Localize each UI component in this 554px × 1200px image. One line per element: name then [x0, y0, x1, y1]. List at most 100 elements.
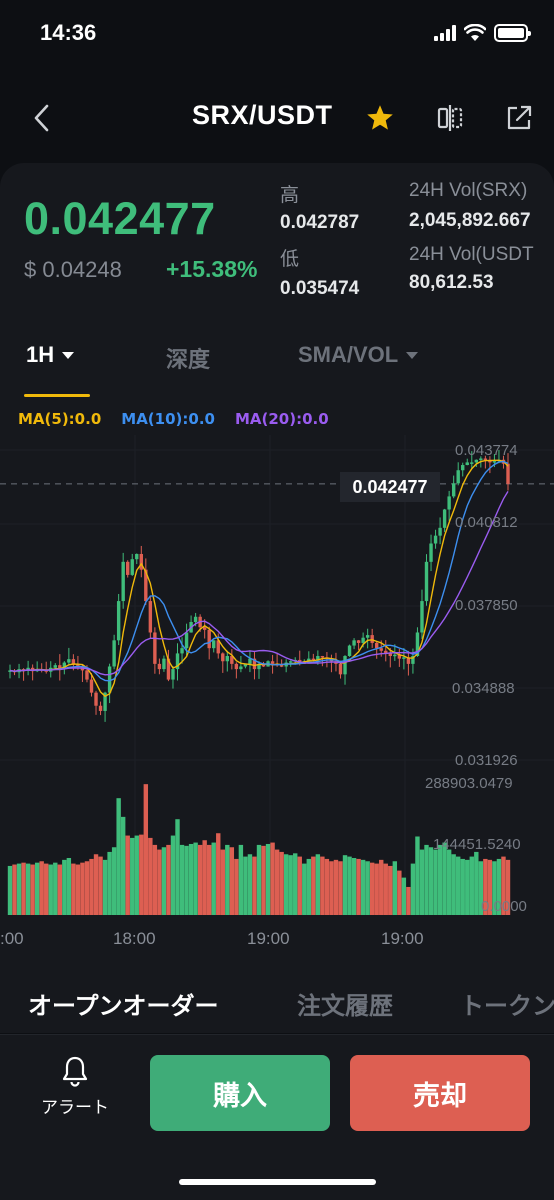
compare-icon — [437, 105, 463, 131]
pair-title[interactable]: SRX/USDT — [192, 100, 333, 131]
volume-bar — [193, 842, 198, 915]
volume-bar — [98, 856, 103, 915]
chevron-down-icon — [62, 351, 75, 359]
volume-bar — [220, 849, 225, 915]
candle — [288, 661, 293, 663]
volume-bar — [66, 857, 72, 915]
vol-quote-value: 80,612.53 — [409, 272, 494, 293]
volume-bar — [130, 837, 135, 915]
tab-tokens[interactable]: トークン — [460, 986, 554, 1021]
share-icon — [507, 105, 532, 130]
price-axis-label: 0.037850 — [455, 597, 518, 614]
candle — [492, 461, 497, 463]
status-icons — [434, 24, 531, 42]
candle — [225, 656, 230, 662]
candle — [193, 616, 198, 623]
volume-bar — [234, 858, 239, 915]
candle — [221, 653, 225, 662]
price-axis-label: 0.034888 — [452, 680, 515, 697]
candle — [442, 509, 447, 528]
candle — [420, 601, 424, 633]
candle — [461, 465, 465, 471]
volume-bar — [12, 864, 17, 915]
volume-bar — [265, 843, 271, 915]
candle — [148, 601, 153, 633]
volume-bar — [465, 859, 470, 915]
tab-order-history[interactable]: 注文履歴 — [297, 986, 393, 1021]
home-indicator — [179, 1179, 376, 1185]
status-time: 14:36 — [40, 20, 97, 45]
alert-button[interactable]: アラート — [30, 1055, 120, 1131]
volume-bar — [48, 864, 53, 915]
volume-bar — [446, 849, 452, 915]
buy-button[interactable]: 購入 — [150, 1055, 330, 1131]
volume-bar — [347, 856, 352, 915]
volume-bar — [134, 835, 139, 915]
chevron-down-icon — [406, 351, 419, 359]
high-value: 0.042787 — [280, 212, 360, 233]
candle — [207, 629, 211, 649]
favorite-star-icon[interactable] — [365, 104, 395, 132]
candle — [429, 543, 433, 562]
candle — [157, 663, 162, 670]
candle — [347, 645, 352, 657]
vol-quote-label: 24H Vol(USDT — [409, 244, 534, 265]
volume-bar — [415, 836, 420, 915]
volume-bar — [274, 849, 280, 915]
tab-depth-label: 深度 — [166, 347, 211, 372]
candle — [116, 601, 121, 641]
volume-bar — [369, 862, 375, 915]
price-axis-label: 0.031926 — [455, 752, 518, 769]
share-button[interactable] — [503, 102, 535, 134]
volume-bar — [442, 842, 447, 915]
status-bar: 14:36 — [0, 0, 554, 70]
volume-bar — [338, 861, 343, 915]
time-axis-label: 18:00 — [113, 929, 156, 948]
compare-button[interactable] — [434, 102, 466, 134]
volume-bar — [247, 854, 253, 915]
candle — [447, 496, 451, 510]
ma20-label: MA(20):0.0 — [234, 410, 329, 428]
volume-bar — [456, 856, 461, 915]
ma10-label: MA(10):0.0 — [121, 410, 215, 428]
back-button[interactable] — [26, 98, 56, 138]
volume-bar — [306, 858, 311, 915]
volume-axis-label: 0.0000 — [481, 898, 527, 915]
tab-open-orders[interactable]: オープンオーダー — [28, 986, 219, 1021]
volume-bar — [152, 844, 158, 915]
candle — [270, 661, 275, 664]
tab-interval[interactable]: 1H — [26, 342, 75, 368]
tab-interval-label: 1H — [26, 342, 55, 367]
candle — [239, 666, 243, 670]
candle — [234, 663, 239, 670]
ma5-label: MA(5):0.0 — [18, 410, 102, 428]
ma-line — [9, 491, 509, 676]
candle — [402, 657, 406, 659]
volume-bar — [365, 861, 370, 915]
volume-bar — [401, 877, 407, 915]
candle — [470, 462, 474, 464]
sell-button[interactable]: 売却 — [350, 1055, 530, 1131]
volume-bar — [120, 816, 126, 915]
volume-bar — [324, 858, 330, 915]
candle — [456, 470, 460, 484]
volume-bar — [175, 819, 180, 915]
tab-depth[interactable]: 深度 — [166, 342, 210, 374]
candle — [365, 635, 370, 638]
candle — [338, 663, 343, 675]
candle — [89, 679, 94, 693]
candle — [67, 659, 71, 663]
candle — [112, 640, 116, 667]
volume-bar — [207, 844, 212, 915]
candle — [465, 462, 469, 466]
candle — [370, 635, 374, 643]
candle — [202, 627, 207, 630]
battery-icon — [494, 24, 531, 42]
volume-bar — [184, 845, 189, 915]
candle — [121, 561, 125, 602]
volume-bar — [30, 864, 35, 915]
tab-indicators[interactable]: SMA/VOL — [298, 342, 419, 368]
volume-bar — [460, 858, 465, 915]
volume-bar — [102, 859, 108, 915]
volume-bar — [25, 863, 31, 915]
